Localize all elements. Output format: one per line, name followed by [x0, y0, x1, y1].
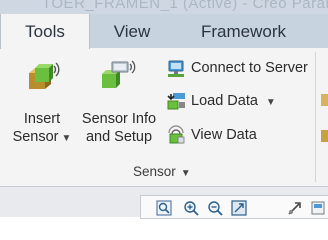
zoom-out-icon[interactable] — [206, 199, 224, 217]
connect-to-server-button[interactable]: Connect to Server — [165, 57, 313, 81]
view-data-icon — [168, 125, 185, 144]
chevron-down-icon: ▼ — [61, 133, 72, 144]
load-data-label: Load Data ▼ — [191, 93, 276, 109]
chevron-down-icon: ▼ — [265, 97, 276, 108]
refit-icon[interactable] — [230, 199, 248, 217]
view-data-label: View Data — [191, 127, 257, 143]
sensor-group-label[interactable]: Sensor ▼ — [133, 164, 191, 179]
window-title: TOER_FRAMEN_1 (Active) - Creo Parametric — [42, 0, 328, 12]
window-title-bar: TOER_FRAMEN_1 (Active) - Creo Parametric — [0, 0, 328, 14]
tab-framework[interactable]: Framework — [175, 14, 312, 48]
sensor-info-label: Sensor Info and Setup — [80, 110, 158, 146]
zoom-fit-icon[interactable] — [155, 199, 173, 217]
sensor-info-button[interactable]: Sensor Info and Setup — [80, 48, 158, 158]
sensor-info-line1: Sensor Info — [81, 111, 157, 127]
sensor-info-line2: and Setup — [85, 129, 153, 145]
tab-tools[interactable]: Tools — [0, 14, 90, 49]
next-group-icon-partial — [321, 94, 328, 106]
insert-sensor-label: Insert Sensor ▼ — [6, 110, 78, 148]
sensor-group-text: Sensor — [133, 164, 176, 179]
ribbon-tab-strip: Tools View Framework — [0, 14, 328, 49]
saved-views-icon[interactable] — [310, 199, 328, 217]
next-group-icon-partial — [321, 130, 328, 142]
group-divider — [315, 52, 316, 182]
sensor-info-icon — [102, 60, 136, 88]
tab-view[interactable]: View — [89, 14, 175, 48]
graphics-area — [0, 187, 328, 219]
insert-sensor-line1: Insert — [23, 111, 61, 127]
insert-sensor-icon — [29, 62, 60, 89]
insert-sensor-button[interactable]: Insert Sensor ▼ — [6, 48, 78, 158]
tab-tools-label: Tools — [25, 22, 65, 41]
load-data-icon — [167, 93, 185, 110]
load-data-button[interactable]: Load Data ▼ — [165, 90, 285, 114]
tab-view-label: View — [113, 22, 151, 41]
reorient-icon[interactable] — [286, 199, 304, 217]
tab-framework-label: Framework — [200, 22, 286, 41]
view-data-button[interactable]: View Data — [165, 124, 285, 148]
ribbon-panel: Insert Sensor ▼ Sensor Info and Setup Con… — [0, 48, 328, 187]
insert-sensor-line2: Sensor — [12, 129, 59, 145]
zoom-in-icon[interactable] — [182, 199, 200, 217]
connect-to-server-label: Connect to Server — [191, 60, 308, 76]
load-data-text: Load Data — [191, 93, 258, 109]
chevron-down-icon: ▼ — [180, 168, 191, 179]
connect-server-icon — [168, 60, 184, 77]
